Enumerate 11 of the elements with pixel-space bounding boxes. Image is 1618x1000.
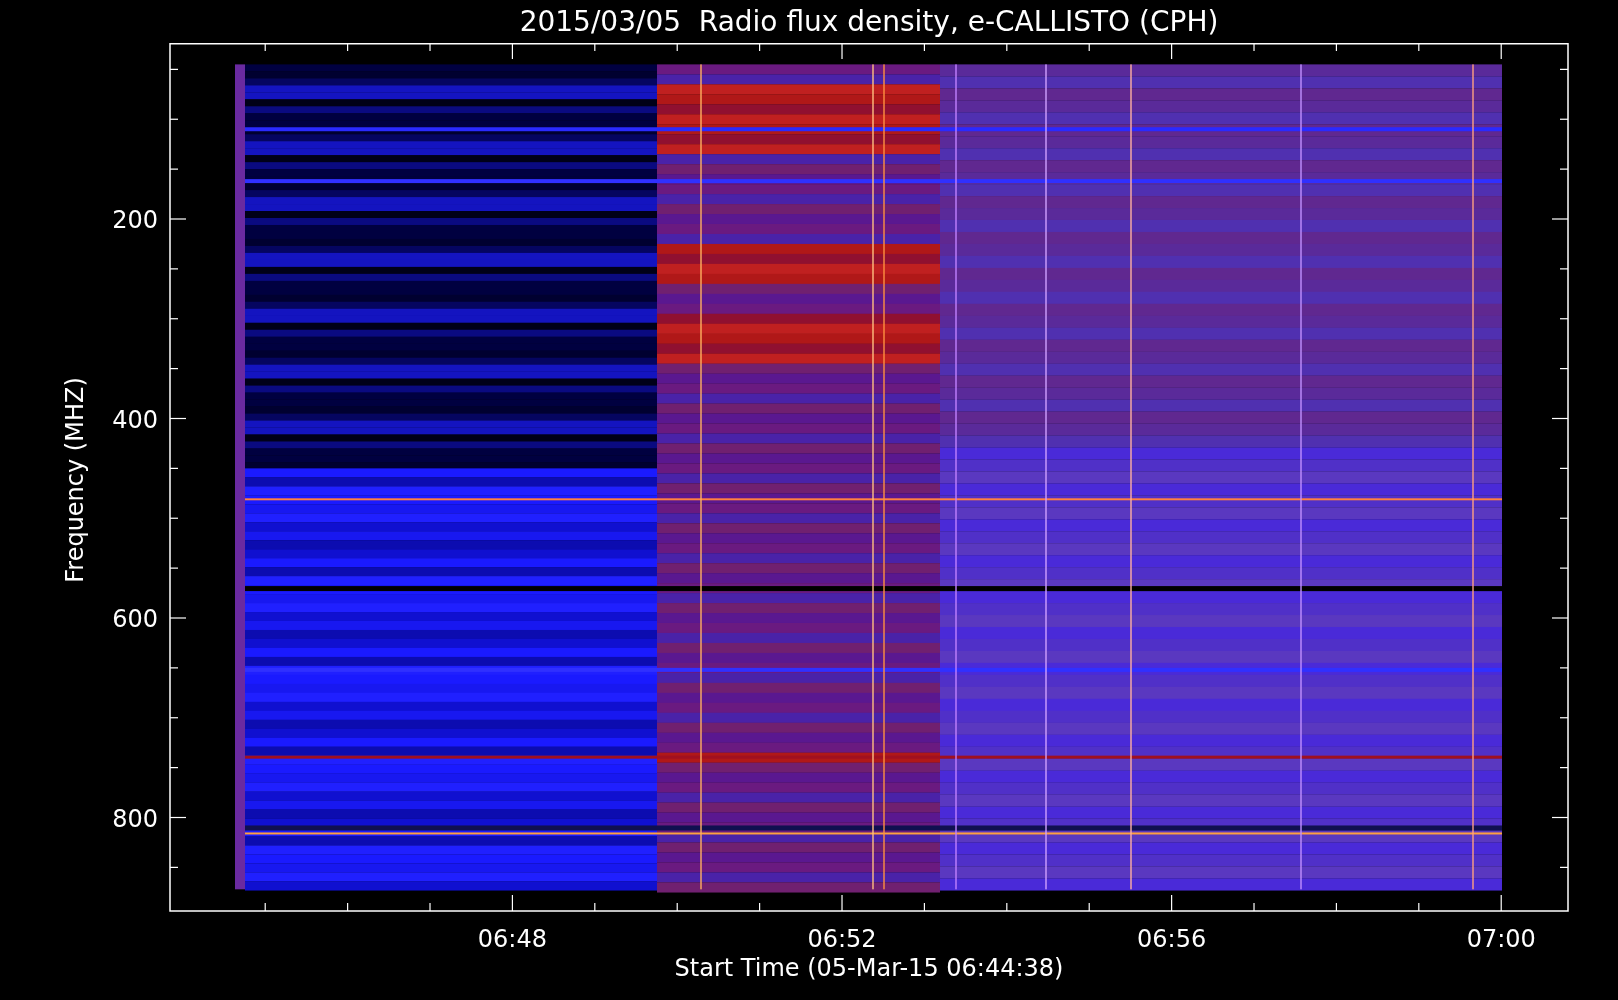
tick-label: 600 xyxy=(112,605,158,633)
tick-label: 200 xyxy=(112,206,158,234)
tick-label: 06:48 xyxy=(477,925,547,953)
tick-label: 400 xyxy=(112,405,158,434)
tick-label: 07:00 xyxy=(1466,925,1536,953)
plot-title: 2015/03/05 Radio flux density, e-CALLISTO (CPH) xyxy=(519,7,1219,36)
tick-label: 800 xyxy=(112,804,158,833)
axis-label: Start Time (05-Mar-15 06:44:38) xyxy=(674,954,1064,982)
axis-label: Frequency (MHZ) xyxy=(61,377,89,583)
tick-label: 06:52 xyxy=(807,925,877,953)
tick-label: 06:56 xyxy=(1137,925,1207,953)
